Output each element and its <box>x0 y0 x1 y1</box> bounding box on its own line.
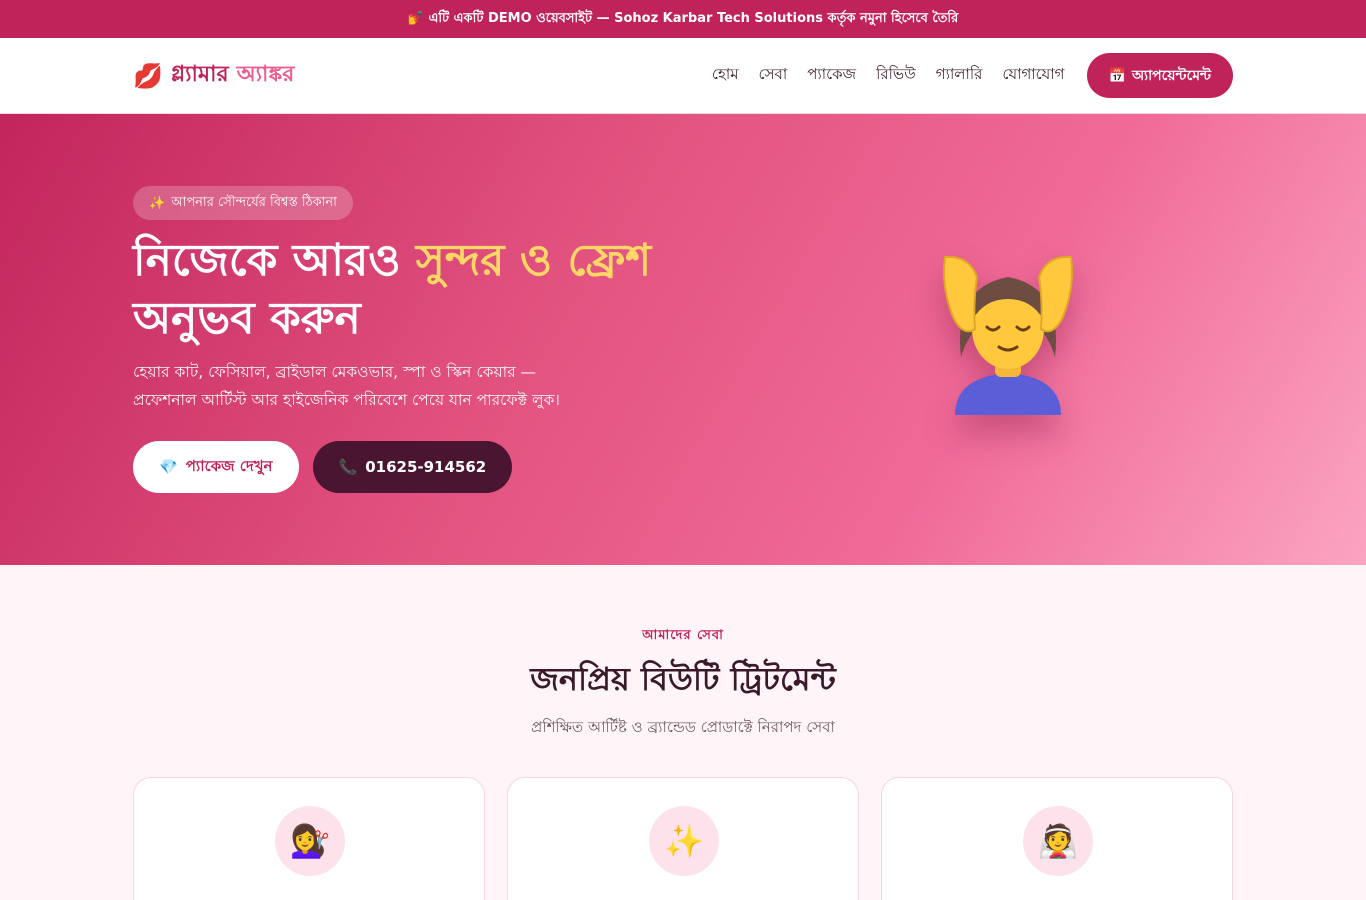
hero-title-highlight: সুন্দর ও ফ্রেশ <box>415 235 652 286</box>
nav-link-contact[interactable]: যোগাযোগ <box>1002 63 1064 88</box>
services-section-subtitle: প্রশিক্ষিত আর্টিষ্ট ও ব্র্যান্ডেড প্রোডা… <box>531 718 835 736</box>
services-section-label: আমাদের সেবা <box>642 628 724 643</box>
view-packages-label: প্যাকেজ দেখুন <box>185 456 273 475</box>
calendar-icon: 📅 <box>1108 67 1126 84</box>
nav-link-gallery[interactable]: গ্যালারি <box>936 63 983 88</box>
bride-icon: 👰 <box>1023 806 1093 876</box>
phone-number: 01625-914562 <box>365 458 487 476</box>
nav-links: হোম সেবা প্যাকেজ রিভিউ গ্যালারি যোগাযোগ <box>712 63 1065 88</box>
hero-title-start: নিজেকে আরও <box>133 235 416 286</box>
view-packages-button[interactable]: 💎 প্যাকেজ দেখুন <box>133 441 299 493</box>
nav-link-home[interactable]: হোম <box>712 63 739 88</box>
logo[interactable]: 💋 গ্ল্যামার অ্যাঙ্কর <box>133 57 294 94</box>
demo-banner: 💅 এটি একটি DEMO ওয়েবসাইট — Sohoz Karbar… <box>0 0 1366 38</box>
nav-link-reviews[interactable]: রিভিউ <box>876 63 916 88</box>
lips-icon: 💋 <box>133 61 163 90</box>
hero-description-line-1: হেয়ার কাট, ফেসিয়াল, ব্রাইডাল মেকওভার, … <box>133 363 537 381</box>
service-card[interactable]: 💇‍♀️ <box>133 777 485 900</box>
appointment-button-label: অ্যাপয়েন্টমেন্ট <box>1131 67 1211 84</box>
navbar: 💋 গ্ল্যামার অ্যাঙ্কর হোম সেবা প্যাকেজ রি… <box>0 38 1366 114</box>
services-section-title: জনপ্রিয় বিউটি ট্রিটমেন্ট <box>530 660 836 698</box>
hero-tagline-pill: ✨ আপনার সৌন্দর্যের বিশ্বস্ত ঠিকানা <box>133 186 353 220</box>
service-card[interactable]: 👰 <box>881 777 1233 900</box>
nav-link-packages[interactable]: প্যাকেজ <box>807 63 856 88</box>
nav-link-services[interactable]: সেবা <box>759 63 788 88</box>
hero-title-end: অনুভব করুন <box>133 293 361 344</box>
hero-description: হেয়ার কাট, ফেসিয়াল, ব্রাইডাল মেকওভার, … <box>133 358 593 414</box>
demo-banner-text: 💅 এটি একটি DEMO ওয়েবসাইট — Sohoz Karbar… <box>407 10 959 26</box>
hero-title: নিজেকে আরও সুন্দর ও ফ্রেশ অনুভব করুন <box>133 232 773 348</box>
appointment-button[interactable]: 📅 অ্যাপয়েন্টমেন্ট <box>1086 53 1233 98</box>
hero-section: ✨ আপনার সৌন্দর্যের বিশ্বস্ত ঠিকানা নিজেক… <box>0 114 1366 565</box>
hero-description-line-2: প্রফেশনাল আর্টিস্ট আর হাইজেনিক পরিবেশে প… <box>133 391 560 409</box>
service-card[interactable]: ✨ <box>507 777 859 900</box>
service-cards: 💇‍♀️ ✨ 👰 <box>133 777 1233 900</box>
gem-icon: 💎 <box>159 458 178 476</box>
logo-text-secondary: অ্যাঙ্কর <box>236 62 295 87</box>
sparkles-icon: ✨ <box>649 806 719 876</box>
call-phone-button[interactable]: 📞 01625-914562 <box>312 441 513 493</box>
massage-woman-icon <box>925 242 1090 422</box>
logo-text-primary: গ্ল্যামার <box>170 62 229 87</box>
hero-buttons: 💎 প্যাকেজ দেখুন 📞 01625-914562 <box>133 441 513 493</box>
sparkles-icon: ✨ <box>149 195 166 211</box>
hero-tagline: আপনার সৌন্দর্যের বিশ্বস্ত ঠিকানা <box>171 194 337 210</box>
haircut-icon: 💇‍♀️ <box>275 806 345 876</box>
phone-icon: 📞 <box>338 458 358 476</box>
